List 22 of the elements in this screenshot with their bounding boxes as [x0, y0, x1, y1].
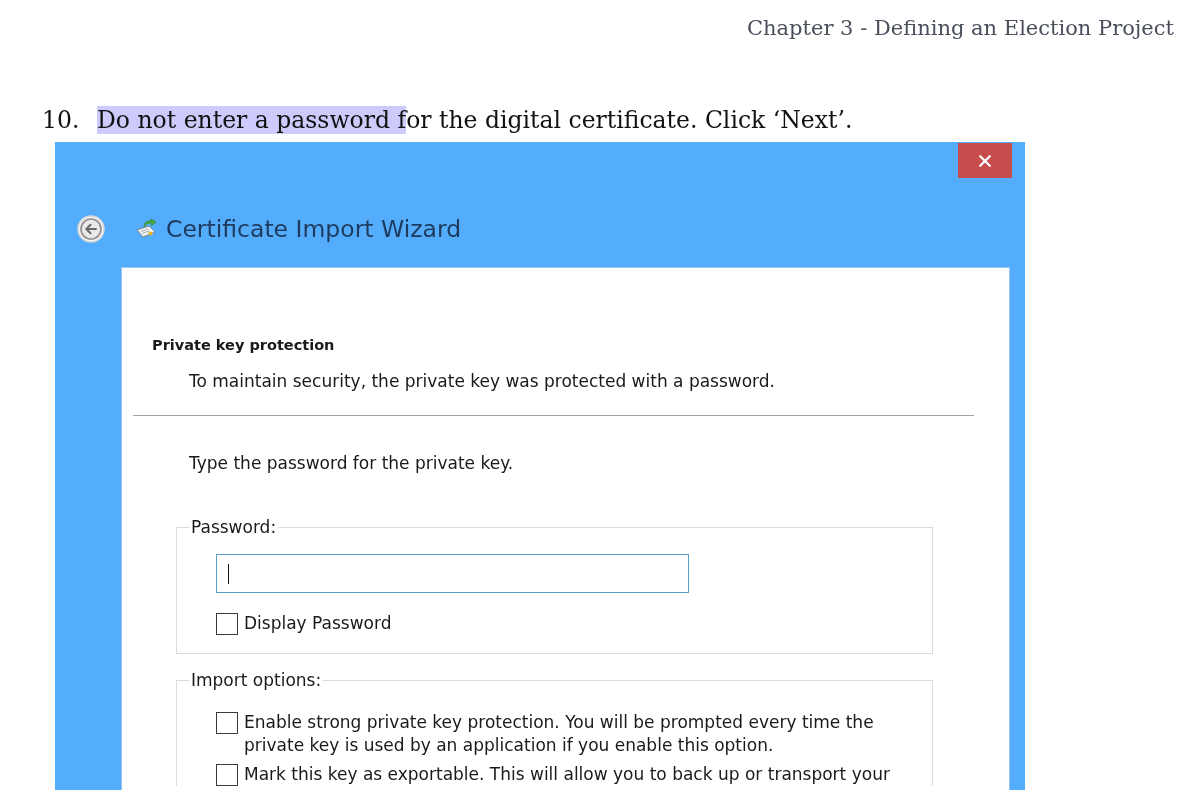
close-button[interactable]: [958, 143, 1012, 178]
group-label: Import options:: [190, 669, 323, 691]
checkbox[interactable]: [216, 613, 238, 635]
close-icon: [979, 154, 991, 167]
step-number: 10.: [42, 105, 81, 136]
checkbox-label[interactable]: Mark this key as exportable. This will allow you to back up or transport your: [244, 763, 890, 786]
checkbox[interactable]: [216, 764, 238, 786]
section-title: Private key protection: [152, 336, 335, 355]
window-title: Certificate Import Wizard: [166, 215, 462, 243]
back-button[interactable]: [77, 215, 105, 243]
chapter-title: Chapter 3 - Defining an Election Project: [747, 16, 1174, 40]
group-label: Password:: [190, 516, 278, 538]
prompt-text: Type the password for the private key.: [189, 452, 514, 474]
checkbox[interactable]: [216, 712, 238, 734]
back-arrow-icon: [77, 215, 105, 243]
instruction-text: Do not enter a password for the digital certificate. Click ‘Next’.: [97, 105, 853, 136]
certificate-icon: [135, 218, 157, 240]
checkbox-label[interactable]: Enable strong private key protection. You will be prompted every time the private key is used by an application if you enable this option.: [244, 711, 904, 757]
checkbox-label[interactable]: Display Password: [244, 612, 392, 635]
section-description: To maintain security, the private key was protected with a password.: [189, 370, 775, 392]
text-cursor-icon: [228, 563, 229, 584]
password-field[interactable]: [216, 554, 689, 593]
